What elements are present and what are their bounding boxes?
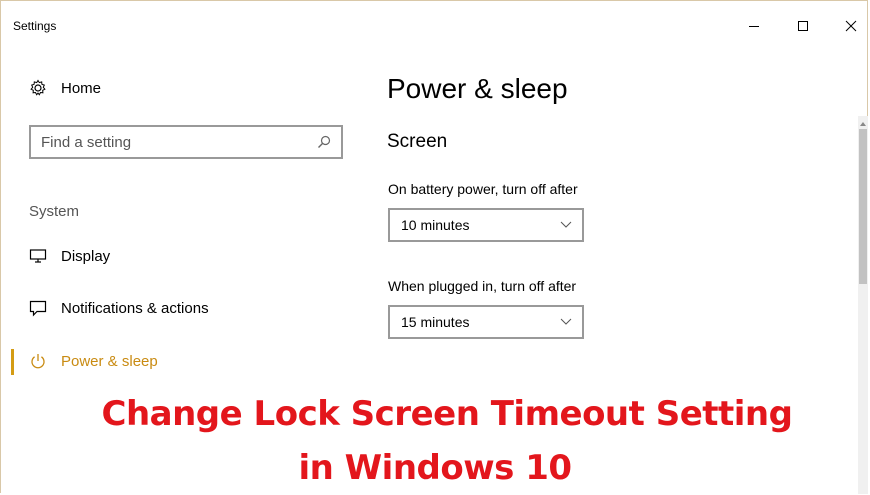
chevron-down-icon [560,221,572,228]
battery-timeout-dropdown[interactable]: 10 minutes [388,208,584,242]
notification-icon [29,300,47,317]
battery-timeout-value: 10 minutes [401,217,470,233]
scroll-up-arrow[interactable] [858,116,868,126]
plugged-timeout-dropdown[interactable]: 15 minutes [388,305,584,339]
active-indicator [11,349,14,375]
sidebar-item-notifications[interactable]: Notifications & actions [29,299,209,317]
screen-heading: Screen [387,131,448,152]
power-icon [31,354,45,369]
sidebar-item-label: Notifications & actions [61,299,209,317]
caption-line-1: Change Lock Screen Timeout Setting [101,394,793,434]
window-title: Settings [13,19,57,33]
plugged-timeout-label: When plugged in, turn off after [388,278,577,294]
battery-timeout-label: On battery power, turn off after [388,181,578,197]
scrollbar-thumb[interactable] [859,129,867,284]
maximize-icon [798,21,808,31]
home-nav-item[interactable]: Home [29,79,101,97]
sidebar-item-power-sleep[interactable]: Power & sleep [29,352,158,370]
search-input[interactable] [41,132,301,152]
system-section-heading: System [29,203,80,220]
minimize-button[interactable] [731,11,777,41]
search-icon[interactable] [317,135,331,154]
close-button[interactable] [828,11,870,41]
caption-line-2: in Windows 10 [298,448,572,488]
maximize-button[interactable] [780,11,826,41]
gear-icon [30,79,46,96]
page-title: Power & sleep [387,73,568,104]
sidebar-item-label: Power & sleep [61,352,158,370]
title-bar: Settings [1,1,867,41]
sidebar-item-label: Display [61,247,111,265]
chevron-down-icon [560,318,572,325]
plugged-timeout-value: 15 minutes [401,314,470,330]
home-label: Home [61,79,102,97]
search-box[interactable] [29,125,343,159]
sidebar-item-display[interactable]: Display [29,247,110,265]
close-icon [845,20,857,32]
monitor-icon [29,249,47,263]
minimize-icon [749,26,759,27]
